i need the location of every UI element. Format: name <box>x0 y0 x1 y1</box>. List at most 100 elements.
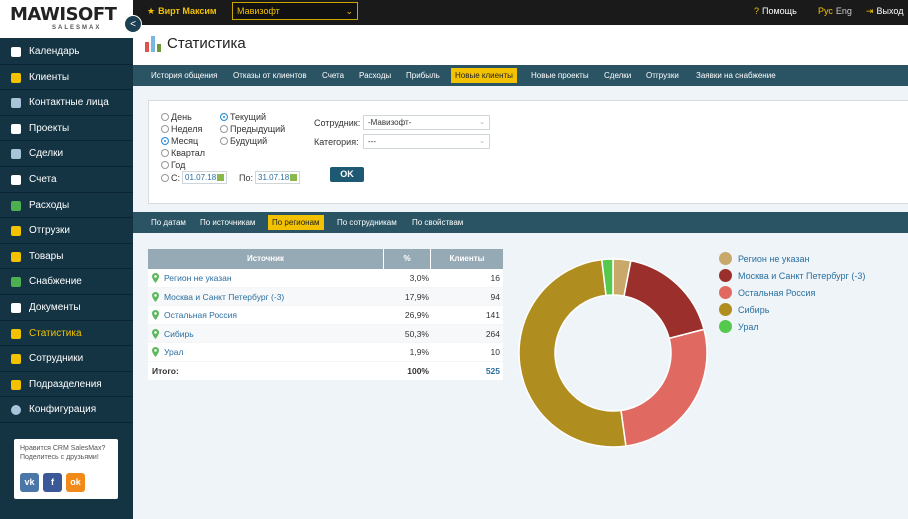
radio-period-4[interactable]: Год <box>161 160 185 170</box>
tab-main-2[interactable]: Счета <box>318 68 348 83</box>
region-link[interactable]: Сибирь <box>164 325 194 343</box>
column-clients[interactable]: Клиенты <box>431 249 503 269</box>
sidebar-item-14[interactable]: Конфигурация <box>0 397 133 423</box>
logout-link[interactable]: ⇥ Выход <box>866 6 903 17</box>
supply-icon <box>11 277 21 288</box>
expenses-icon <box>11 200 21 211</box>
chart-legend: Регион не указан Москва и Санкт Петербург… <box>719 252 865 337</box>
category-select[interactable]: --- ⌄ <box>363 134 490 149</box>
filter-panel: День Неделя Месяц Квартал Год Текущий Предыду… <box>148 100 908 204</box>
truck-icon <box>11 226 21 237</box>
legend-item[interactable]: Остальная Россия <box>719 286 865 303</box>
region-percent: 50,3% <box>404 328 429 339</box>
radio-period-3[interactable]: Квартал <box>161 148 205 158</box>
map-pin-icon <box>152 291 159 302</box>
sidebar-item-label: Счета <box>29 173 57 185</box>
table-total-row: Итого: 100% 525 <box>148 361 503 380</box>
legend-swatch <box>719 269 732 282</box>
calendar-icon[interactable] <box>290 174 297 181</box>
legend-item[interactable]: Урал <box>719 320 865 337</box>
help-link[interactable]: ? Помощь <box>754 6 797 16</box>
sidebar-item-label: Календарь <box>29 46 80 57</box>
total-count[interactable]: 525 <box>448 362 500 380</box>
region-link[interactable]: Москва и Санкт Петербург (-3) <box>164 288 284 306</box>
region-count: 264 <box>485 328 500 339</box>
facebook-share-button[interactable]: f <box>43 473 62 492</box>
projects-icon <box>11 123 21 134</box>
gear-icon <box>11 405 21 416</box>
sidebar-item-1[interactable]: Клиенты <box>0 65 133 91</box>
sidebar-item-6[interactable]: Расходы <box>0 193 133 219</box>
grouping-tabs: По датам По источникам По регионам По сотру… <box>133 212 908 233</box>
legend-item[interactable]: Сибирь <box>719 303 865 320</box>
radio-period-2[interactable]: Месяц <box>161 136 198 146</box>
legend-label: Урал <box>738 322 759 332</box>
sidebar-item-9[interactable]: Снабжение <box>0 269 133 295</box>
tab-main-4[interactable]: Прибыль <box>402 68 444 83</box>
sidebar-item-8[interactable]: Товары <box>0 244 133 270</box>
sidebar: Календарь Клиенты Контактные лица Проекты Сд… <box>0 25 133 519</box>
ok-button[interactable]: OK <box>330 167 364 182</box>
sidebar-item-2[interactable]: Контактные лица <box>0 90 133 116</box>
tab-sub-4[interactable]: По свойствам <box>408 215 467 230</box>
radio-custom-range[interactable]: С: <box>161 173 180 183</box>
donut-slice-2[interactable] <box>620 328 708 447</box>
sidebar-item-12[interactable]: Сотрудники <box>0 346 133 372</box>
odnoklassniki-share-button[interactable]: ok <box>66 473 85 492</box>
chevron-down-icon: ⌄ <box>479 138 485 145</box>
column-percent[interactable]: % <box>384 249 431 269</box>
region-link[interactable]: Регион не указан <box>164 269 232 287</box>
region-count: 16 <box>490 273 500 283</box>
sidebar-item-5[interactable]: Счета <box>0 167 133 193</box>
tab-sub-0[interactable]: По датам <box>147 215 190 230</box>
radio-relative-1[interactable]: Предыдущий <box>220 124 285 134</box>
tab-main-6[interactable]: Новые проекты <box>527 68 593 83</box>
region-count: 141 <box>485 310 500 321</box>
region-link[interactable]: Урал <box>164 343 183 361</box>
region-link[interactable]: Остальная Россия <box>164 306 237 324</box>
deals-icon <box>11 149 21 160</box>
sidebar-item-7[interactable]: Отгрузки <box>0 218 133 244</box>
tab-sub-3[interactable]: По сотрудникам <box>333 215 401 230</box>
tab-sub-2[interactable]: По регионам <box>268 215 324 230</box>
tab-main-8[interactable]: Отгрузки <box>642 68 683 83</box>
lang-ru[interactable]: Рус <box>818 6 833 16</box>
tab-main-9[interactable]: Заявки на снабжение <box>692 68 780 83</box>
goods-icon <box>11 251 21 262</box>
tab-main-7[interactable]: Сделки <box>600 68 635 83</box>
radio-relative-2[interactable]: Будущий <box>220 136 267 146</box>
date-from-input[interactable]: 01.07.18 <box>182 171 227 184</box>
tab-sub-1[interactable]: По источникам <box>196 215 259 230</box>
radio-relative-0[interactable]: Текущий <box>220 112 266 122</box>
sidebar-item-11[interactable]: Статистика <box>0 321 133 347</box>
tab-main-1[interactable]: Отказы от клиентов <box>229 68 311 83</box>
tab-main-5[interactable]: Новые клиенты <box>451 68 517 83</box>
tab-main-0[interactable]: История общения <box>147 68 221 83</box>
date-to-input[interactable]: 31.07.18 <box>255 171 300 184</box>
calendar-icon[interactable] <box>217 174 224 181</box>
vk-share-button[interactable]: vk <box>20 473 39 492</box>
logo[interactable]: MAWISOFT SALESMAX <box>0 0 133 38</box>
donut-slice-1[interactable] <box>623 259 705 340</box>
lang-en[interactable]: Eng <box>836 6 852 16</box>
radio-period-0[interactable]: День <box>161 112 192 122</box>
logo-text: MAWISOFT <box>10 4 117 25</box>
legend-item[interactable]: Регион не указан <box>719 252 865 269</box>
language-switch[interactable]: Рус Eng <box>818 6 852 16</box>
calendar-icon <box>11 47 21 57</box>
table-row: Сибирь 50,3% 264 <box>148 324 503 344</box>
page-title: Статистика <box>167 35 246 52</box>
radio-period-1[interactable]: Неделя <box>161 124 202 134</box>
tab-main-3[interactable]: Расходы <box>355 68 395 83</box>
sidebar-item-13[interactable]: Подразделения <box>0 372 133 398</box>
collapse-sidebar-button[interactable]: < <box>124 15 142 33</box>
column-source[interactable]: Источник <box>148 249 384 269</box>
sidebar-item-4[interactable]: Сделки <box>0 141 133 167</box>
sidebar-item-10[interactable]: Документы <box>0 295 133 321</box>
current-user[interactable]: ★ Вирт Максим <box>147 6 217 17</box>
legend-item[interactable]: Москва и Санкт Петербург (-3) <box>719 269 865 286</box>
employee-select[interactable]: -Мавизофт- ⌄ <box>363 115 490 130</box>
sidebar-item-3[interactable]: Проекты <box>0 116 133 142</box>
sidebar-item-0[interactable]: Календарь <box>0 39 133 65</box>
company-select[interactable]: Мавизофт ⌄ <box>232 2 358 20</box>
